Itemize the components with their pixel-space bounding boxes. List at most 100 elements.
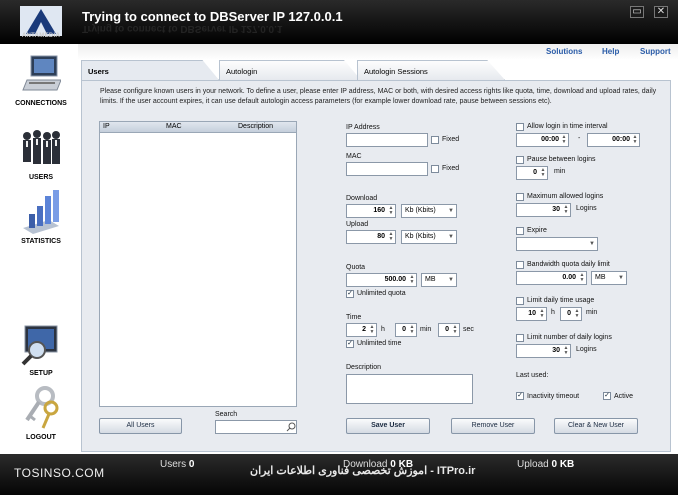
quota-unit-value: MB (425, 276, 436, 283)
download-unit-select[interactable]: Kb (Kbits) ▼ (401, 204, 457, 218)
last-used-label: Last used: (516, 372, 549, 379)
mac-fixed-checkbox[interactable] (431, 165, 439, 173)
daily-time-minutes-stepper[interactable]: 0 ▲ ▼ (560, 307, 582, 321)
users-count-status: Users 0 (160, 459, 194, 470)
upload-total-status: Upload 0 KB (517, 459, 574, 470)
save-user-button[interactable]: Save User (346, 418, 430, 434)
minutes-unit-label: min (420, 326, 432, 333)
help-link[interactable]: Help (602, 47, 619, 56)
sidebar-item-users[interactable]: USERS (4, 128, 78, 181)
stepper-arrows-icon[interactable]: ▲ ▼ (561, 135, 567, 145)
close-button[interactable]: ✕ (654, 6, 668, 18)
pause-checkbox[interactable] (516, 156, 524, 164)
mac-label: MAC (346, 153, 362, 160)
sidebar-item-label: USERS (28, 174, 54, 181)
all-users-button[interactable]: All Users (99, 418, 182, 434)
interval-to-stepper[interactable]: 00:00 ▲ ▼ (587, 133, 640, 147)
stepper-arrows-icon[interactable]: ▲ ▼ (409, 325, 415, 335)
clear-new-user-button[interactable]: Clear & New User (554, 418, 638, 434)
tab-users[interactable]: Users (81, 60, 219, 80)
remove-user-button[interactable]: Remove User (451, 418, 535, 434)
sidebar-item-setup[interactable]: SETUP (4, 320, 78, 377)
bandwidth-quota-unit-select[interactable]: MB ▼ (591, 271, 627, 285)
column-header-description[interactable]: Description (238, 123, 273, 130)
ip-address-label: IP Address (346, 124, 380, 131)
column-header-mac[interactable]: MAC (166, 123, 182, 130)
pause-value: 0 (533, 169, 537, 176)
inactivity-timeout-checkbox[interactable]: ✓ (516, 392, 524, 400)
unlimited-quota-checkbox[interactable]: ✓ (346, 290, 354, 298)
allow-interval-checkbox[interactable] (516, 123, 524, 131)
maximize-button[interactable]: ▭ (630, 6, 644, 18)
stepper-arrows-icon[interactable]: ▲ ▼ (369, 325, 375, 335)
tab-autologin[interactable]: Autologin (219, 60, 361, 80)
stepper-arrows-icon[interactable]: ▲ ▼ (563, 346, 569, 356)
download-stepper[interactable]: 160 ▲ ▼ (346, 204, 396, 218)
bandwidth-quota-checkbox[interactable] (516, 261, 524, 269)
unlimited-time-checkbox[interactable]: ✓ (346, 340, 354, 348)
daily-time-checkbox[interactable] (516, 297, 524, 305)
time-minutes-stepper[interactable]: 0 ▲ ▼ (395, 323, 417, 337)
monitor-icon (22, 55, 62, 91)
stepper-arrows-icon[interactable]: ▲ ▼ (574, 309, 580, 319)
bandwidth-quota-label: Bandwidth quota daily limit (527, 261, 610, 268)
expire-checkbox[interactable] (516, 227, 524, 235)
chevron-down-icon: ▼ (448, 277, 454, 283)
limit-daily-logins-stepper[interactable]: 30 ▲ ▼ (516, 344, 571, 358)
description-label: Description (346, 364, 382, 371)
users-status-value: 0 (188, 459, 195, 470)
mac-input[interactable] (346, 162, 428, 176)
stepper-arrows-icon[interactable]: ▲ ▼ (563, 205, 569, 215)
bandwidth-quota-stepper[interactable]: 0.00 ▲ ▼ (516, 271, 587, 285)
ip-address-input[interactable] (346, 133, 428, 147)
chevron-down-icon: ▼ (448, 208, 454, 214)
daily-hours-unit-label: h (551, 309, 555, 316)
time-hours-stepper[interactable]: 2 ▲ ▼ (346, 323, 377, 337)
time-seconds-stepper[interactable]: 0 ▲ ▼ (438, 323, 460, 337)
support-link[interactable]: Support (640, 47, 671, 56)
sidebar-item-label: LOGOUT (26, 434, 56, 441)
time-minutes-value: 0 (402, 326, 406, 333)
max-logins-stepper[interactable]: 30 ▲ ▼ (516, 203, 571, 217)
ip-fixed-checkbox[interactable] (431, 136, 439, 144)
stepper-arrows-icon[interactable]: ▲ ▼ (579, 273, 585, 283)
daily-time-label: Limit daily time usage (527, 297, 595, 304)
quota-value: 500.00 (384, 276, 406, 283)
time-label: Time (346, 314, 362, 321)
allow-interval-label: Allow login in time interval (527, 123, 608, 130)
stepper-arrows-icon[interactable]: ▲ ▼ (409, 275, 415, 285)
quota-unit-select[interactable]: MB ▼ (421, 273, 457, 287)
sidebar-item-label: CONNECTIONS (15, 100, 67, 107)
expire-date-select[interactable]: ▼ (516, 237, 598, 251)
user-list[interactable]: IP MAC Description (99, 121, 297, 407)
list-header: IP MAC Description (100, 122, 296, 133)
max-logins-label: Maximum allowed logins (527, 193, 604, 200)
quota-stepper[interactable]: 500.00 ▲ ▼ (346, 273, 417, 287)
tab-autologin-sessions[interactable]: Autologin Sessions (357, 60, 505, 80)
description-textarea[interactable] (346, 374, 473, 404)
sidebar-item-statistics[interactable]: STATISTICS (4, 188, 78, 245)
solutions-link[interactable]: Solutions (546, 47, 582, 56)
stepper-arrows-icon[interactable]: ▲ ▼ (539, 309, 545, 319)
window-title: Trying to connect to DBServer IP 127.0.0… (82, 9, 343, 24)
max-logins-checkbox[interactable] (516, 193, 524, 201)
upload-stepper[interactable]: 80 ▲ ▼ (346, 230, 396, 244)
search-input[interactable] (215, 420, 297, 434)
inactivity-timeout-label: Inactivity timeout (527, 393, 580, 400)
interval-from-stepper[interactable]: 00:00 ▲ ▼ (516, 133, 569, 147)
column-header-ip[interactable]: IP (103, 123, 110, 130)
limit-daily-logins-checkbox[interactable] (516, 334, 524, 342)
stepper-arrows-icon[interactable]: ▲ ▼ (388, 232, 394, 242)
pause-unit-label: min (554, 168, 566, 175)
sidebar-item-logout[interactable]: LOGOUT (4, 386, 78, 441)
upload-unit-select[interactable]: Kb (Kbits) ▼ (401, 230, 457, 244)
stepper-arrows-icon[interactable]: ▲ ▼ (452, 325, 458, 335)
stepper-arrows-icon[interactable]: ▲ ▼ (388, 206, 394, 216)
search-icon[interactable] (286, 422, 296, 432)
stepper-arrows-icon[interactable]: ▲ ▼ (632, 135, 638, 145)
daily-time-hours-stepper[interactable]: 10 ▲ ▼ (516, 307, 547, 321)
stepper-arrows-icon[interactable]: ▲ ▼ (540, 168, 546, 178)
sidebar-item-connections[interactable]: CONNECTIONS (4, 54, 78, 107)
active-checkbox[interactable]: ✓ (603, 392, 611, 400)
pause-stepper[interactable]: 0 ▲ ▼ (516, 166, 548, 180)
